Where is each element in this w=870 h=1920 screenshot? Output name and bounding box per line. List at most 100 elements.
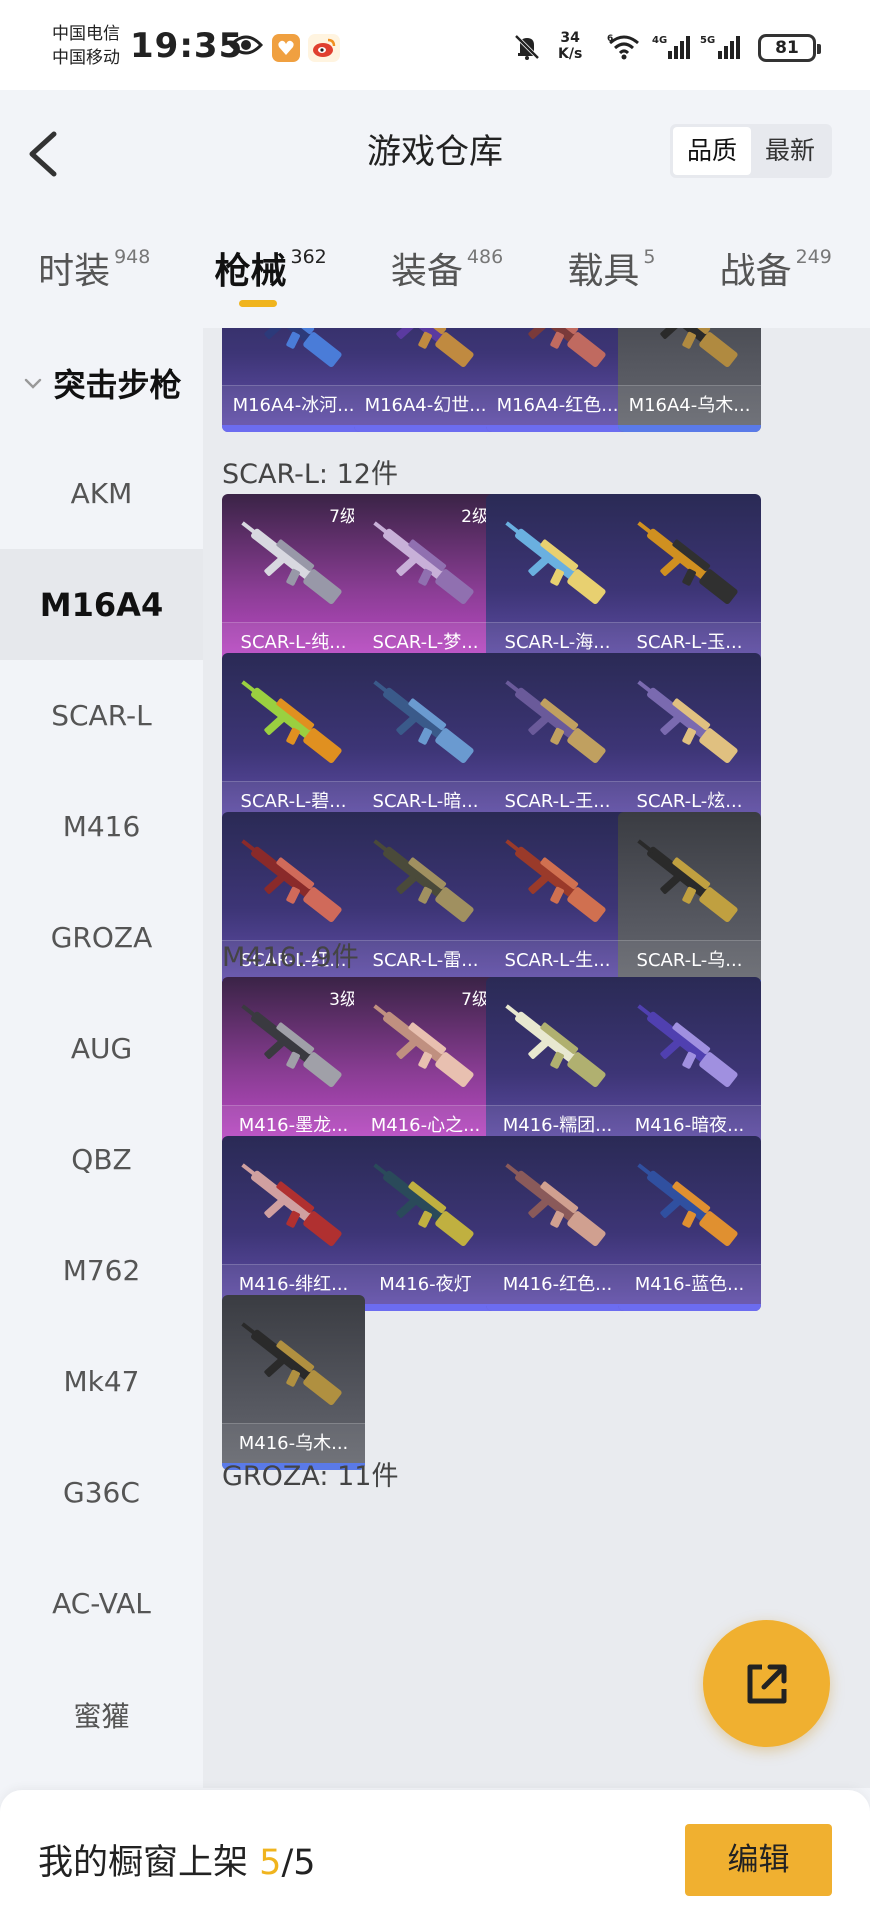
skin-card[interactable]: M416-红色...	[486, 1136, 629, 1311]
skin-card[interactable]: SCAR-L-炫...	[618, 653, 761, 828]
skin-card[interactable]: SCAR-L-乌...	[618, 812, 761, 987]
category-tabs: 时装 948 枪械 362 装备 486 载具 5 战备 249	[0, 220, 870, 328]
skin-card[interactable]: M416-蓝色...	[618, 1136, 761, 1311]
rifle-icon	[383, 328, 474, 368]
skin-name: M16A4-乌木...	[618, 385, 761, 425]
net-speed: 34 K/s	[558, 30, 582, 62]
skin-card[interactable]: SCAR-L-暗...	[354, 653, 497, 828]
rifle-icon	[505, 1004, 606, 1088]
rifle-icon	[637, 680, 738, 764]
skin-card[interactable]: M416-暗夜...	[618, 977, 761, 1152]
sidebar-item-honey-badger[interactable]: 蜜獾	[0, 1659, 203, 1770]
sidebar-item-ac-val[interactable]: AC-VAL	[0, 1548, 203, 1659]
active-tab-indicator	[238, 300, 277, 307]
rifle-icon	[241, 680, 342, 764]
skin-card[interactable]: M416-糯团...	[486, 977, 629, 1152]
skin-card[interactable]: M416-乌木...	[222, 1295, 365, 1470]
skin-grid: M16A4-冰河... M16A4-幻世... M16A4-红色... M16A4-乌…	[203, 328, 870, 1788]
skin-name: SCAR-L-乌...	[618, 940, 761, 980]
skin-name: M16A4-红色...	[486, 385, 629, 425]
skin-card[interactable]: SCAR-L-生...	[486, 812, 629, 987]
signal-icon: 5G	[700, 32, 746, 62]
net-speed-unit: K/s	[558, 46, 583, 62]
eye-icon	[228, 32, 264, 58]
rifle-icon	[515, 328, 606, 368]
chevron-down-icon	[25, 378, 42, 389]
app-icon	[272, 34, 300, 62]
skin-name: M416-红色...	[486, 1264, 629, 1304]
carrier-2: 中国移动	[52, 48, 120, 68]
tab-count: 486	[466, 246, 504, 268]
rarity-bar	[486, 425, 629, 432]
svg-text:4G: 4G	[652, 35, 667, 46]
skin-card[interactable]: SCAR-L-碧...	[222, 653, 365, 828]
tab-label: 战备	[719, 251, 792, 292]
skin-card[interactable]: SCAR-L-雷...	[354, 812, 497, 987]
skin-card[interactable]: M16A4-幻世...	[354, 328, 497, 432]
skin-card[interactable]: 7级 M416-心之...	[354, 977, 497, 1152]
edit-button[interactable]: 编辑	[685, 1824, 832, 1896]
skin-card[interactable]: SCAR-L-玉...	[618, 494, 761, 669]
tab-fashion[interactable]: 时装 948	[38, 220, 150, 328]
sidebar-item-m16a4[interactable]: M16A4	[0, 549, 203, 660]
skin-card[interactable]: SCAR-L-海...	[486, 494, 629, 669]
carrier-1: 中国电信	[52, 24, 120, 44]
wifi-icon: 6	[606, 32, 642, 62]
sidebar-category-assault-rifles[interactable]: 突击步枪	[0, 328, 203, 438]
skin-name: M416-蓝色...	[618, 1264, 761, 1304]
weibo-icon	[308, 34, 340, 62]
showcase-used: 5	[259, 1843, 282, 1883]
sidebar-item-akm[interactable]: AKM	[0, 438, 203, 549]
skin-card[interactable]: M16A4-冰河...	[222, 328, 365, 432]
tab-supplies[interactable]: 战备 249	[720, 220, 832, 328]
tab-firearms[interactable]: 枪械 362	[214, 220, 327, 328]
net-speed-value: 34	[560, 30, 580, 46]
rifle-icon	[505, 680, 606, 764]
rifle-icon	[647, 328, 738, 368]
rarity-bar	[618, 1304, 761, 1311]
signal-icon: 4G	[652, 32, 692, 62]
sidebar-item-m762[interactable]: M762	[0, 1215, 203, 1326]
rarity-bar	[354, 425, 497, 432]
sidebar-item-m416[interactable]: M416	[0, 771, 203, 882]
sort-toggle: 品质 最新	[670, 124, 832, 178]
tab-label: 时装	[38, 251, 111, 292]
sidebar-item-aug[interactable]: AUG	[0, 993, 203, 1104]
skin-name: M16A4-幻世...	[354, 385, 497, 425]
sidebar-item-qbz[interactable]: QBZ	[0, 1104, 203, 1215]
sort-quality-button[interactable]: 品质	[673, 127, 751, 175]
skin-card[interactable]: M416-绯红...	[222, 1136, 365, 1311]
sidebar-item-groza[interactable]: GROZA	[0, 882, 203, 993]
sidebar-item-mk47[interactable]: Mk47	[0, 1326, 203, 1437]
rifle-icon	[373, 839, 474, 923]
skin-level-badge: 7级	[329, 507, 357, 527]
rifle-icon	[241, 1322, 342, 1406]
skin-card[interactable]: 2级 SCAR-L-梦...	[354, 494, 497, 669]
skin-card[interactable]: M416-夜灯	[354, 1136, 497, 1311]
mute-bell-icon	[512, 32, 542, 62]
section-title: SCAR-L: 12件	[222, 459, 398, 490]
skin-card[interactable]: SCAR-L-王...	[486, 653, 629, 828]
sidebar-item-g36c[interactable]: G36C	[0, 1437, 203, 1548]
skin-card[interactable]: 3级 M416-墨龙...	[222, 977, 365, 1152]
skin-name: M16A4-冰河...	[222, 385, 365, 425]
svg-text:5G: 5G	[700, 35, 715, 46]
sort-latest-button[interactable]: 最新	[751, 127, 829, 175]
tab-count: 5	[643, 246, 656, 268]
skin-card[interactable]: 7级 SCAR-L-纯...	[222, 494, 365, 669]
skin-card[interactable]: M16A4-乌木...	[618, 328, 761, 432]
header: 游戏仓库 品质 最新	[0, 90, 870, 220]
skin-card[interactable]: M16A4-红色...	[486, 328, 629, 432]
share-button[interactable]	[703, 1620, 830, 1747]
bottom-bar: 我的橱窗上架 5/5 编辑	[0, 1790, 870, 1920]
sidebar-item-scar-l[interactable]: SCAR-L	[0, 660, 203, 771]
rifle-icon	[241, 1163, 342, 1247]
rarity-bar	[222, 425, 365, 432]
rifle-icon	[373, 680, 474, 764]
status-bar: 中国电信 中国移动 19:35 34 K/s 6 4G 5G 81	[0, 0, 870, 90]
share-out-icon	[747, 1664, 786, 1703]
tab-vehicles[interactable]: 载具 5	[567, 220, 655, 328]
app-root: 中国电信 中国移动 19:35 34 K/s 6 4G 5G 81 游戏仓库 品…	[0, 0, 870, 1920]
tab-equipment[interactable]: 装备 486	[391, 220, 503, 328]
rarity-bar	[486, 1304, 629, 1311]
